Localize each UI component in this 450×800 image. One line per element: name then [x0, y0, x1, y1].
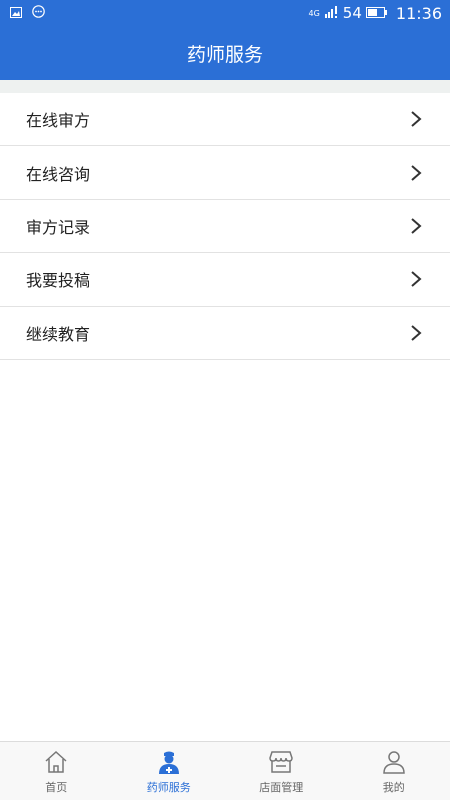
- chevron-right-icon: [410, 270, 424, 288]
- chevron-right-icon: [410, 110, 424, 128]
- tab-label: 药师服务: [146, 781, 191, 794]
- message-notification-icon: [32, 4, 45, 22]
- clock: 11:36: [395, 3, 442, 23]
- tab-label: 我的: [382, 781, 405, 794]
- service-menu: 在线审方 在线咨询 审方记录 我要投稿 继续教育: [0, 93, 450, 360]
- bottom-tab-bar: 首页 药师服务 店面管理 我的: [0, 741, 450, 800]
- menu-item-label: 在线咨询: [26, 164, 91, 184]
- menu-item-label: 继续教育: [26, 324, 91, 344]
- chevron-right-icon: [410, 324, 424, 342]
- tab-mine[interactable]: 我的: [338, 742, 450, 800]
- store-icon: [268, 749, 294, 775]
- tab-pharmacist-service[interactable]: 药师服务: [113, 742, 226, 800]
- network-type: 4G: [308, 8, 320, 18]
- menu-item-label: 我要投稿: [26, 271, 91, 291]
- tab-home[interactable]: 首页: [0, 742, 113, 800]
- status-bar: 4G 54 11:36: [0, 0, 450, 26]
- menu-item-online-consult[interactable]: 在线咨询: [0, 146, 450, 200]
- home-icon: [43, 749, 69, 775]
- status-right: 4G 54 11:36: [309, 4, 443, 23]
- image-notification-icon: [10, 4, 22, 22]
- status-left: [10, 4, 45, 22]
- menu-item-review-records[interactable]: 审方记录: [0, 200, 450, 254]
- chevron-right-icon: [410, 217, 424, 235]
- pharmacist-icon: [156, 749, 182, 775]
- battery-icon: [365, 4, 388, 22]
- menu-item-submit-article[interactable]: 我要投稿: [0, 253, 450, 307]
- menu-item-continuing-education[interactable]: 继续教育: [0, 307, 450, 360]
- menu-item-label: 在线审方: [26, 111, 91, 131]
- tab-store-management[interactable]: 店面管理: [225, 742, 338, 800]
- chevron-right-icon: [410, 164, 424, 182]
- signal-value: 54: [342, 4, 362, 22]
- signal-icon: [324, 4, 339, 22]
- menu-item-label: 审方记录: [26, 217, 91, 237]
- menu-item-online-review[interactable]: 在线审方: [0, 93, 450, 147]
- tab-label: 店面管理: [259, 781, 304, 794]
- tab-label: 首页: [45, 781, 68, 794]
- page-title: 药师服务: [186, 43, 263, 66]
- app-header: 药师服务: [0, 26, 450, 80]
- header-divider-band: [0, 80, 450, 93]
- person-icon: [381, 749, 407, 775]
